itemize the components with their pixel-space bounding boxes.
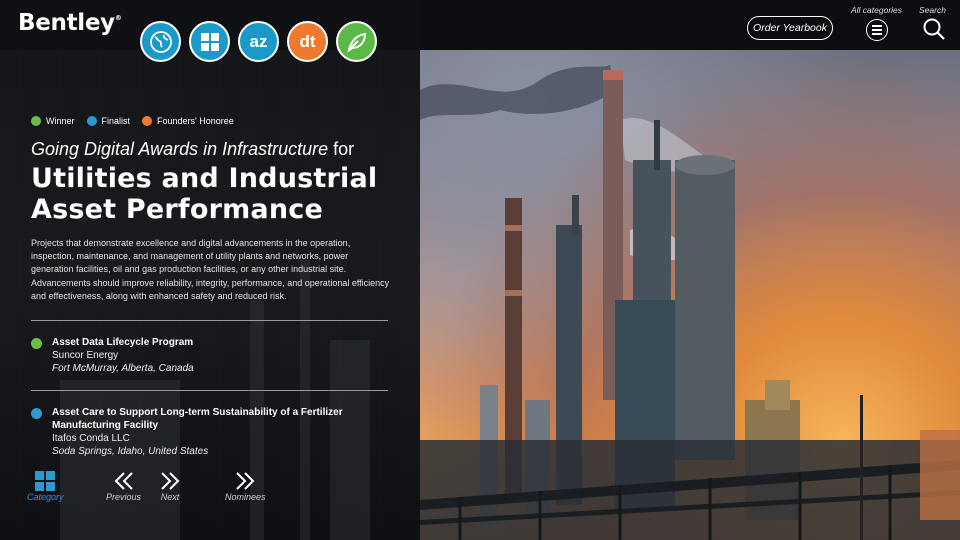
subtitle-suffix: for bbox=[328, 139, 355, 159]
double-chevron-right-icon bbox=[160, 470, 180, 492]
category-nav-button[interactable]: Category bbox=[27, 470, 64, 502]
project-location: Soda Springs, Idaho, United States bbox=[52, 446, 209, 457]
bentley-logo[interactable]: Bentley® bbox=[18, 10, 122, 36]
legend-founders-honoree: Founders' Honoree bbox=[142, 116, 234, 126]
legend-finalist: Finalist bbox=[86, 116, 131, 126]
all-categories-label: All categories bbox=[851, 5, 903, 15]
next-label: Next bbox=[160, 492, 180, 502]
divider bbox=[31, 320, 388, 321]
az-icon[interactable]: az bbox=[238, 21, 279, 62]
next-button[interactable]: Next bbox=[160, 470, 180, 502]
founders-honoree-dot bbox=[142, 116, 153, 126]
category-nav-label: Category bbox=[27, 492, 64, 502]
refinery-photo bbox=[420, 50, 960, 540]
legend-winner: Winner bbox=[31, 116, 75, 126]
previous-label: Previous bbox=[106, 492, 142, 502]
title-line-1: Utilities and Industrial bbox=[31, 163, 378, 194]
search-icon[interactable] bbox=[922, 17, 946, 41]
previous-button[interactable]: Previous bbox=[106, 470, 141, 502]
menu-icon[interactable] bbox=[866, 19, 888, 41]
project-entry[interactable]: Asset Data Lifecycle Program Suncor Ener… bbox=[31, 336, 371, 375]
search-label: Search bbox=[919, 5, 946, 15]
project-organization: Itafos Conda LLC bbox=[52, 433, 130, 444]
legend-founders-honoree-label: Founders' Honoree bbox=[157, 116, 234, 126]
category-icons: az dt bbox=[140, 21, 377, 62]
trademark: ® bbox=[114, 14, 122, 22]
double-chevron-left-icon bbox=[114, 470, 134, 492]
nominees-label: Nominees bbox=[225, 492, 266, 502]
dt-icon-text: dt bbox=[299, 31, 316, 51]
winner-dot bbox=[31, 116, 41, 126]
project-organization: Suncor Energy bbox=[52, 350, 119, 361]
award-legend: Winner Finalist Founders' Honoree bbox=[31, 116, 234, 126]
grid-icon[interactable] bbox=[189, 21, 230, 62]
divider bbox=[31, 390, 388, 391]
grid-icon bbox=[35, 470, 56, 492]
az-icon-text: az bbox=[249, 31, 268, 51]
finalist-status-dot bbox=[31, 408, 42, 419]
brand-name: Bentley bbox=[18, 10, 115, 36]
dt-icon[interactable]: dt bbox=[287, 21, 328, 62]
globe-icon[interactable] bbox=[140, 21, 181, 62]
subtitle-italic: Going Digital Awards in Infrastructure bbox=[31, 139, 329, 159]
project-title: Asset Care to Support Long-term Sustaina… bbox=[52, 407, 343, 431]
project-title: Asset Data Lifecycle Program bbox=[52, 337, 194, 348]
page-subtitle: Going Digital Awards in Infrastructure f… bbox=[31, 139, 354, 160]
page-title: Utilities and Industrial Asset Performan… bbox=[31, 163, 411, 225]
project-entry[interactable]: Asset Care to Support Long-term Sustaina… bbox=[31, 406, 371, 458]
legend-winner-label: Winner bbox=[46, 116, 75, 126]
category-description: Projects that demonstrate excellence and… bbox=[31, 238, 390, 301]
double-chevron-right-icon bbox=[235, 470, 255, 492]
order-yearbook-button[interactable]: Order Yearbook bbox=[747, 16, 833, 40]
winner-status-dot bbox=[31, 338, 42, 349]
nominees-button[interactable]: Nominees bbox=[225, 470, 266, 502]
leaf-icon[interactable] bbox=[336, 21, 377, 62]
legend-finalist-label: Finalist bbox=[101, 116, 131, 126]
project-location: Fort McMurray, Alberta, Canada bbox=[52, 363, 194, 374]
title-line-2: Asset Performance bbox=[31, 194, 323, 225]
finalist-dot bbox=[86, 116, 97, 126]
